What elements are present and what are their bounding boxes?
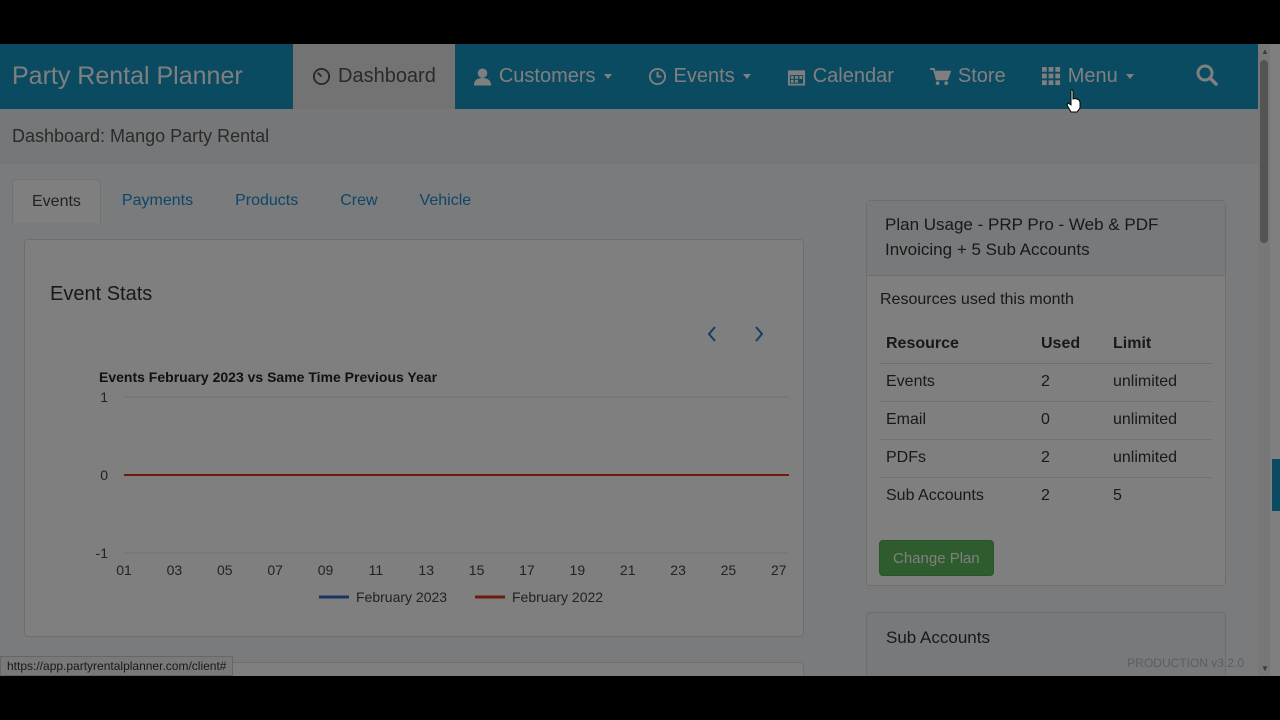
x-tick-label: 17	[519, 562, 535, 578]
resources-table: Resource Used Limit Events 2 unlimited E…	[880, 325, 1212, 515]
scroll-down-icon[interactable]: ▼	[1261, 664, 1269, 673]
used-cell: 0	[1035, 400, 1107, 439]
brand-logo[interactable]: Party Rental Planner	[0, 44, 293, 109]
limit-cell: 5	[1107, 476, 1212, 515]
change-plan-button[interactable]: Change Plan	[879, 540, 994, 576]
table-header-row: Resource Used Limit	[880, 325, 1212, 364]
column-header-resource: Resource	[880, 325, 1035, 364]
dashboard-tabs: Events Payments Products Crew Vehicle	[12, 179, 492, 223]
status-url: https://app.partyrentalplanner.com/clien…	[0, 656, 234, 676]
nav-calendar-label: Calendar	[812, 65, 894, 87]
used-cell: 2	[1035, 476, 1107, 515]
nav-dashboard-label: Dashboard	[338, 65, 436, 87]
plan-usage-panel: Plan Usage - PRP Pro - Web & PDF Invoici…	[866, 200, 1226, 586]
chevron-down-icon	[603, 74, 612, 79]
table-row: Sub Accounts 2 5	[880, 476, 1212, 515]
version-label: PRODUCTION v3.2.0	[1127, 656, 1244, 670]
nav-store-label: Store	[957, 65, 1006, 87]
x-tick-label: 03	[167, 562, 183, 578]
y-tick-label: 1	[100, 389, 108, 405]
events-line-chart: Events February 2023 vs Same Time Previo…	[96, 369, 789, 605]
nav-events-label: Events	[673, 65, 735, 87]
user-icon	[473, 67, 492, 87]
scrollbar-thumb[interactable]	[1260, 60, 1268, 243]
legend-label: February 2023	[356, 589, 447, 605]
page-title: Dashboard: Mango Party Rental	[0, 109, 1258, 164]
x-tick-label: 27	[771, 562, 787, 578]
cart-icon	[929, 67, 951, 86]
x-tick-label: 01	[116, 562, 132, 578]
event-stats-title: Event Stats	[50, 283, 153, 305]
plan-usage-title: Plan Usage - PRP Pro - Web & PDF Invoici…	[867, 201, 1225, 276]
nav-dashboard[interactable]: Dashboard	[293, 44, 455, 109]
resource-cell: Sub Accounts	[880, 476, 1035, 515]
x-tick-label: 23	[670, 562, 686, 578]
legend-label: February 2022	[512, 589, 603, 605]
event-stats-panel: Event Stats Events February 2023 vs Same…	[24, 239, 804, 637]
limit-cell: unlimited	[1107, 362, 1212, 401]
limit-cell: unlimited	[1107, 400, 1212, 439]
tab-events[interactable]: Events	[12, 179, 101, 223]
tab-crew[interactable]: Crew	[319, 179, 398, 223]
hand-cursor-icon	[1066, 89, 1081, 113]
column-header-used: Used	[1035, 325, 1107, 364]
used-cell: 2	[1035, 438, 1107, 477]
tab-payments[interactable]: Payments	[101, 179, 214, 223]
grid-icon	[1041, 67, 1061, 86]
chevron-down-icon	[1125, 74, 1134, 79]
y-tick-label: 0	[100, 467, 108, 483]
page-scrollbar[interactable]: ▲ ▼	[1258, 44, 1270, 676]
browser-viewport: Party Rental Planner Dashboard Customers…	[0, 44, 1280, 676]
page: Party Rental Planner Dashboard Customers…	[0, 44, 1258, 676]
table-row: Email 0 unlimited	[880, 400, 1212, 439]
tab-products[interactable]: Products	[214, 179, 319, 223]
nav-customers-label: Customers	[498, 65, 596, 87]
resource-cell: Events	[880, 362, 1035, 401]
limit-cell: unlimited	[1107, 438, 1212, 477]
x-tick-label: 19	[570, 562, 586, 578]
background-window-edge	[1270, 44, 1280, 676]
chevron-down-icon	[742, 74, 751, 79]
plan-usage-subtitle: Resources used this month	[880, 291, 1074, 308]
x-tick-label: 05	[217, 562, 233, 578]
nav-customers[interactable]: Customers	[455, 44, 630, 109]
nav-menu[interactable]: Menu	[1024, 44, 1152, 109]
x-tick-label: 09	[318, 562, 334, 578]
y-tick-label: -1	[96, 545, 109, 561]
column-header-limit: Limit	[1107, 325, 1212, 364]
x-tick-label: 25	[721, 562, 737, 578]
nav-events[interactable]: Events	[630, 44, 769, 109]
chevron-right-icon[interactable]	[753, 325, 765, 349]
nav-calendar[interactable]: Calendar	[769, 44, 912, 109]
dashboard-icon	[312, 67, 331, 86]
table-row: PDFs 2 unlimited	[880, 438, 1212, 477]
used-cell: 2	[1035, 362, 1107, 401]
tab-vehicle[interactable]: Vehicle	[399, 179, 493, 223]
x-tick-label: 07	[267, 562, 283, 578]
table-row: Events 2 unlimited	[880, 362, 1212, 401]
clock-icon	[648, 67, 667, 86]
x-tick-label: 13	[418, 562, 434, 578]
search-icon[interactable]	[1196, 64, 1218, 91]
x-tick-label: 21	[620, 562, 636, 578]
x-tick-label: 15	[469, 562, 485, 578]
resource-cell: Email	[880, 400, 1035, 439]
nav-store[interactable]: Store	[912, 44, 1024, 109]
calendar-icon	[787, 67, 806, 87]
x-tick-label: 11	[369, 562, 384, 578]
scroll-up-icon[interactable]: ▲	[1261, 47, 1269, 56]
chart-title: Events February 2023 vs Same Time Previo…	[99, 369, 438, 385]
resource-cell: PDFs	[880, 438, 1035, 477]
chevron-left-icon[interactable]	[706, 325, 718, 349]
nav-menu-label: Menu	[1067, 65, 1118, 87]
